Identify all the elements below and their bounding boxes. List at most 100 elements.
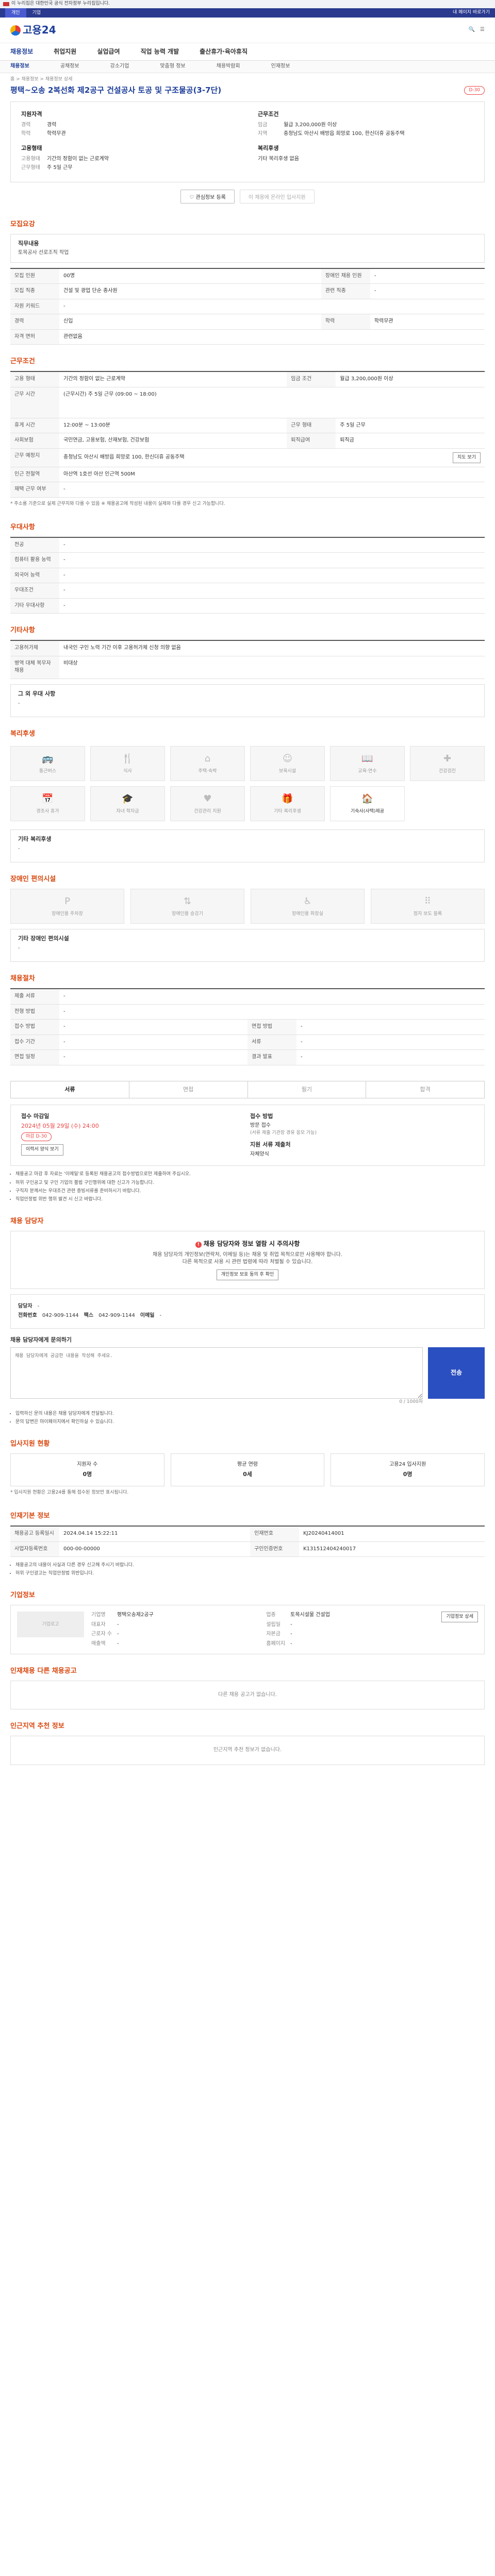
tab-company[interactable]: 기업: [26, 8, 47, 18]
stat-label: 평균 연령: [237, 1461, 258, 1467]
menu-icon[interactable]: ☰: [480, 26, 485, 34]
table-row: 근무 시간 (근무시간) 주 5일 근무 (09:00 ~ 18:00): [10, 387, 485, 418]
disability-label: 점자 보도 블록: [413, 911, 442, 917]
child-icon: ☺: [283, 753, 292, 765]
summary-key: 지역: [258, 131, 268, 137]
company-value: -: [117, 1631, 119, 1637]
privacy-agree-button[interactable]: 개인정보 보호 동의 후 확인: [216, 1269, 279, 1280]
th: 병역 대체 복무자 채용: [10, 656, 59, 679]
nav-item-training[interactable]: 직업 능력 개발: [141, 47, 179, 56]
summary-row: 고용형태 기간의 정함이 없는 근로계약: [21, 156, 237, 163]
etc-section: 기타사항 고용허가제 내국인 구인 노력 기간 이후 고용허가제 신청 의향 없음…: [0, 617, 495, 720]
welfare-label: 자녀 학자금: [116, 809, 139, 815]
deadline-heading: 접수 마감일: [21, 1112, 50, 1120]
th: 관련 직종: [321, 283, 370, 299]
inquiry-textarea[interactable]: [10, 1347, 423, 1399]
note-item: 입력하신 문의 내용은 채용 담당자에게 전달됩니다.: [15, 1411, 485, 1417]
td: 퇴직금: [336, 433, 485, 449]
disability-box-title: 기타 장애인 편의시설: [18, 935, 69, 942]
apply-online-button[interactable]: 이 채용에 온라인 입사지원: [239, 189, 315, 204]
th: 근무 형태: [287, 418, 336, 434]
th: 컴퓨터 활용 능력: [10, 552, 59, 568]
breadcrumb: 홈 > 채용정보 > 채용정보 상세: [10, 77, 73, 82]
tel-key: 전화번호: [18, 1313, 37, 1319]
td: 국민연금, 고용보험, 산재보험, 건강보험: [59, 433, 287, 449]
deadline-tag: 마감 D-30: [21, 1132, 52, 1142]
company-detail-button[interactable]: 기업정보 상세: [441, 1612, 478, 1623]
graduation-icon: 🎓: [122, 793, 134, 805]
summary-key: 학력: [21, 131, 31, 137]
applicant-stats: 지원자 수 0명 평균 연령 0세 고용24 입사지원 0명: [10, 1453, 485, 1487]
method-heading: 접수 방법: [250, 1112, 273, 1120]
company-value: -: [290, 1640, 292, 1647]
summary-heading: 근무조건: [258, 110, 279, 117]
welfare-section: 복리후생 🚌 통근버스 🍴 식사 ⌂ 주택·숙박 ☺ 보육시설 📖 교육·연수 ✚ 건강검진…: [0, 720, 495, 866]
summary-value: 기간의 정함이 없는 근로계약: [47, 156, 109, 162]
td: 000-00-00000: [59, 1541, 251, 1557]
sub-tab-public[interactable]: 공채정보: [60, 63, 79, 71]
welfare-item-active: 🏠 기숙사(사택)제공: [330, 786, 405, 822]
note-item: 채용공고의 내용이 사실과 다른 경우 신고해 주시기 바랍니다.: [15, 1562, 485, 1569]
summary-right: 근무조건 임금 월급 3,200,000원 이상 지역 충청남도 아산시 배방읍 희…: [258, 110, 474, 174]
company-key: 대표자: [91, 1621, 106, 1628]
resume-form-button[interactable]: 이력서 양식 보기: [21, 1144, 63, 1156]
td: 학력무관: [370, 314, 485, 330]
my-page-link[interactable]: 내 페이지 바로가기: [453, 9, 490, 16]
sub-tab-jobs[interactable]: 채용정보: [10, 63, 29, 71]
sub-tab-talent[interactable]: 인재정보: [271, 63, 290, 71]
summary-value: 주 5일 근무: [47, 165, 73, 171]
sub-tab-fair[interactable]: 채용박람회: [217, 63, 240, 71]
welfare-label: 보육시설: [278, 769, 296, 774]
summary-heading: 복리후생: [258, 144, 279, 151]
manager-value: -: [37, 1303, 40, 1309]
disability-item: ⠿ 점자 보도 블록: [371, 889, 485, 924]
table-row: 재택 근무 여부 -: [10, 482, 485, 498]
table-row: 제출 서류 -: [10, 989, 485, 1005]
privacy-alert: ! 채용 담당자와 정보 열람 시 주의사항 채용 담당자의 개인정보(연락처, …: [10, 1230, 485, 1289]
section-title: 기타사항: [10, 626, 35, 635]
nav-item-jobs[interactable]: 채용정보: [10, 47, 33, 56]
section-title: 인재채용 다른 채용공고: [10, 1667, 77, 1675]
td: -: [59, 299, 485, 315]
process-table: 제출 서류 - 전형 방법 - 접수 방법 - 면접 방법 - 접수 기간 - 서류 - 면접 …: [10, 988, 485, 1065]
gov-banner: 이 누리집은 대한민국 공식 전자정부 누리집입니다.: [0, 0, 495, 8]
mail-key: 이메일: [140, 1313, 155, 1319]
sub-tab-small[interactable]: 강소기업: [110, 63, 129, 71]
tab-personal[interactable]: 개인: [5, 8, 26, 18]
disability-box-text: -: [18, 945, 20, 952]
send-button[interactable]: 전송: [428, 1347, 485, 1399]
th: 모집 인원: [10, 268, 59, 284]
th: 근무 예정지: [10, 448, 59, 467]
summary-heading: 지원자격: [21, 110, 42, 117]
toilet-icon: ♿: [303, 896, 312, 907]
table-row: 휴게 시간 12:00분 ~ 13:00분 근무 형태 주 5일 근무: [10, 418, 485, 434]
nav-item-leave[interactable]: 출산휴가·육아휴직: [200, 47, 248, 56]
nav-item-support[interactable]: 취업지원: [54, 47, 76, 56]
bus-icon: 🚌: [42, 753, 54, 765]
company-value: -: [117, 1640, 119, 1647]
company-value: -: [290, 1621, 292, 1628]
alert-title-text: 채용 담당자와 정보 열람 시 주의사항: [203, 1240, 300, 1247]
inquiry-title: 채용 담당자에게 문의하기: [10, 1336, 72, 1343]
map-button[interactable]: 지도 보기: [453, 452, 481, 463]
method-value2: 자체양식: [250, 1151, 269, 1157]
work-section: 근무조건 고용 형태 기간의 정함이 없는 근로계약 임금 조건 월급 3,200,0…: [0, 348, 495, 513]
company-logo: 기업로고: [17, 1612, 84, 1638]
step-written: 필기: [248, 1081, 367, 1098]
td: 내국인 구인 노력 기간 이후 고용허가제 신청 의향 없음: [59, 640, 485, 656]
th: 자원 키워드: [10, 299, 59, 315]
recruit-section: 모집요강 직무내용 토목공사 선로조직 작업 모집 인원 00명 장애인 채용 인원…: [0, 211, 495, 348]
top-bar: 개인 기업 내 페이지 바로가기: [0, 8, 495, 18]
company-value: 평택오송제2공구: [117, 1612, 154, 1618]
sub-tab-custom[interactable]: 맞춤형 정보: [160, 63, 185, 71]
th: 우대조건: [10, 583, 59, 599]
th: 사회보험: [10, 433, 59, 449]
td: -: [296, 1049, 485, 1065]
th: 학력: [321, 314, 370, 330]
th: 고용허가제: [10, 640, 59, 656]
search-icon[interactable]: 🔍: [469, 26, 475, 34]
site-logo[interactable]: 고용24: [10, 23, 56, 38]
nav-item-unemployment[interactable]: 실업급여: [97, 47, 120, 56]
tel-value: 042-909-1144: [42, 1313, 79, 1319]
favorite-button[interactable]: ♡ 관심정보 등록: [180, 189, 235, 204]
